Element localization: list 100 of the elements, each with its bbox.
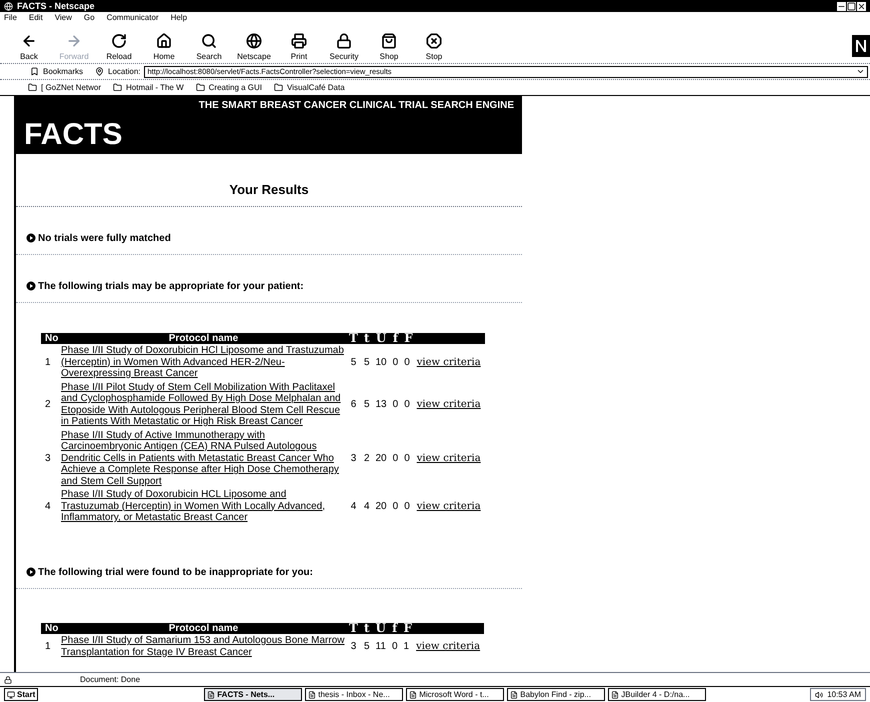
view-criteria-link[interactable]: view criteria: [416, 356, 481, 368]
protocol-link[interactable]: Phase I/II Study of Doxorubicin HCl Liposome and Trastuzumab (Herceptin) in Women With Advanced HER-2/Neu-Overexpressing Breast Cancer: [61, 345, 346, 380]
table-cell: 10: [372, 344, 390, 380]
table-cell-text: 0: [392, 500, 400, 514]
menu-item[interactable]: Edit: [28, 12, 43, 24]
bookmark-link[interactable]: [ GoZNet Networ: [28, 82, 102, 94]
table-cell-text: 0: [392, 452, 400, 466]
security-icon: [4, 676, 12, 684]
column-header: F: [400, 622, 484, 634]
start-button[interactable]: Start: [4, 688, 38, 701]
table-cell: 5: [360, 634, 372, 659]
table-cell-text: 0: [403, 500, 411, 514]
protocol-link[interactable]: Phase I/II Study of Doxorubicin HCL Liposome and Trastuzumab (Herceptin) in Women With Locally Advanced, Inflammatory, or Metastatic Breast Cancer: [61, 489, 346, 524]
speaker-icon: [815, 690, 824, 698]
table-cell-text: 13: [374, 398, 388, 412]
monitor-icon: [7, 690, 15, 698]
column-header: f: [390, 332, 402, 344]
toolbar-button[interactable]: Search: [192, 33, 226, 61]
toolbar-button[interactable]: Home: [147, 33, 181, 61]
folder-icon: [28, 83, 37, 92]
bullet-icon: [26, 567, 36, 577]
window-title: FACTS - Netscape: [17, 2, 95, 10]
table-cell-text: 20: [374, 452, 388, 466]
column-header: f: [388, 622, 401, 634]
table-cell-text: 5: [362, 398, 370, 412]
lock-icon: [336, 33, 352, 49]
globe-icon: [246, 33, 262, 49]
menu-item[interactable]: View: [54, 12, 72, 24]
table-cell: 3: [346, 634, 361, 659]
column-header: t: [360, 622, 372, 634]
toolbar-button[interactable]: Back: [12, 33, 46, 61]
table-cell: 1: [41, 344, 61, 380]
view-criteria-link[interactable]: view criteria: [416, 500, 481, 512]
bookmark-link[interactable]: VisualCafé Data: [274, 82, 345, 94]
toolbar-button[interactable]: Reload: [102, 33, 136, 61]
column-header: F: [401, 332, 485, 344]
table-cell-text: 20: [374, 500, 388, 514]
toolbar-button[interactable]: Security: [327, 33, 361, 61]
results-heading: Your Results: [229, 181, 309, 199]
document-icon: [611, 690, 620, 698]
column-header: No: [41, 622, 61, 634]
back-icon: [21, 33, 37, 49]
bullet-icon: [26, 233, 36, 243]
menu-item[interactable]: Help: [170, 12, 188, 24]
table-cell: 3: [41, 428, 61, 488]
view-criteria-link[interactable]: view criteria: [416, 398, 481, 410]
bookmarks-button[interactable]: Bookmarks: [43, 66, 84, 78]
column-header: No: [41, 332, 61, 344]
protocol-link[interactable]: Phase I/II Pilot Study of Stem Cell Mobilization With Paclitaxel and Cyclophosphamide Followed By High Dose Melphalan and Etoposide With Autologous Peripheral Blood Stem Cell Rescue in Patients With Metastatic or High Risk Breast Cancer: [61, 382, 346, 428]
location-label: Location:: [108, 66, 140, 78]
logo-text: FACTS: [24, 120, 122, 150]
home-icon: [156, 33, 172, 49]
table-cell: 1: [41, 634, 61, 659]
folder-icon: [196, 83, 205, 92]
column-header: t: [360, 332, 372, 344]
reload-icon: [111, 33, 127, 49]
table-cell-text: 0: [392, 398, 400, 412]
protocol-link[interactable]: Phase I/II Study of Samarium 153 and Autologous Bone Marrow Transplantation for Stage IV Breast Cancer: [61, 635, 346, 658]
printer-icon: [291, 33, 307, 49]
table-cell-text: 6: [350, 398, 358, 412]
search-icon: [201, 33, 217, 49]
taskbar-button[interactable]: Microsoft Word - t...: [406, 688, 504, 701]
protocol-link[interactable]: Phase I/II Study of Active Immunotherapy with Carcinoembryonic Antigen (CEA) RNA Pulsed Autologous Dendritic Cells in Patients with Metastatic Breast Cancer Who Achieve a Complete Response after High Dose Chemotherapy and Stem Cell Support: [61, 430, 346, 487]
toolbar-button[interactable]: Shop: [372, 33, 406, 61]
table-cell-text: 0: [403, 452, 411, 466]
table-cell: 4: [41, 488, 61, 524]
tagline: THE SMART BREAST CANCER CLINICAL TRIAL SEARCH ENGINE: [198, 99, 514, 113]
column-header: Protocol name: [61, 622, 346, 634]
column-header: U: [372, 332, 390, 344]
table-cell-text: 0: [403, 398, 411, 412]
toolbar-button[interactable]: Stop: [417, 33, 451, 61]
view-criteria-link[interactable]: view criteria: [416, 640, 480, 652]
table-cell: 0: [390, 344, 402, 380]
menu-item[interactable]: Communicator: [106, 12, 159, 24]
menu-item[interactable]: File: [4, 12, 17, 24]
table-cell: 5: [360, 344, 372, 380]
document-icon: [409, 690, 418, 698]
view-criteria-link[interactable]: view criteria: [416, 452, 481, 464]
table-cell-text: 4: [362, 500, 370, 514]
table-cell-text: 4: [350, 500, 358, 514]
bookmark-link[interactable]: Hotmail - The W: [113, 82, 184, 94]
menu-item[interactable]: Go: [84, 12, 95, 24]
section-heading: The following trial were found to be inappropriate for you:: [38, 566, 313, 580]
bullet-icon: [26, 281, 36, 291]
status-text: Document: Done: [80, 674, 140, 686]
section-heading: The following trials may be appropriate for your patient:: [38, 280, 304, 294]
column-header: T: [346, 332, 361, 344]
table-cell: 2: [41, 380, 61, 428]
section-heading: No trials were fully matched: [38, 232, 171, 246]
taskbar-button[interactable]: Babylon Find - zip...: [507, 688, 606, 701]
document-icon: [308, 690, 316, 698]
bookmark-link[interactable]: Creating a GUI: [196, 82, 262, 94]
taskbar-button[interactable]: thesis - Inbox - Ne...: [305, 688, 404, 701]
document-icon: [510, 690, 518, 698]
folder-icon: [113, 83, 122, 92]
taskbar-button[interactable]: FACTS - Nets...: [204, 688, 302, 701]
table-cell: 0: [388, 634, 401, 659]
taskbar-button[interactable]: JBuilder 4 - D:/na...: [608, 688, 706, 701]
toolbar-button[interactable]: Netscape: [237, 33, 271, 61]
toolbar-button[interactable]: Print: [282, 33, 316, 61]
